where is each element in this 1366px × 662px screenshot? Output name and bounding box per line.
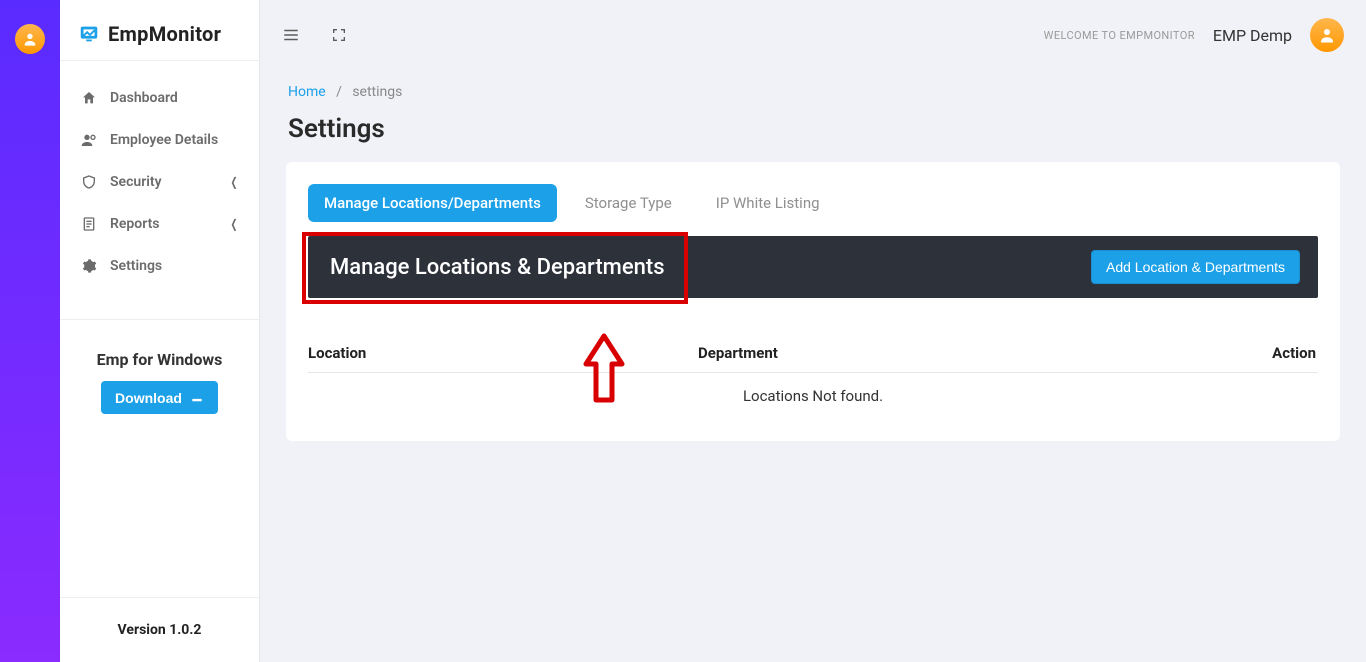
topbar: WELCOME TO EMPMONITOR EMP Demp	[260, 0, 1366, 70]
version-section: Version 1.0.2	[60, 597, 259, 662]
locations-table: Location Department Action Locations Not…	[308, 334, 1318, 419]
sidebar-item-label: Settings	[110, 258, 162, 274]
breadcrumb-current: settings	[352, 84, 402, 100]
settings-card: Manage Locations/Departments Storage Typ…	[286, 162, 1340, 441]
tab-ip-whitelisting[interactable]: IP White Listing	[700, 184, 836, 222]
welcome-text: WELCOME TO EMPMONITOR	[1044, 29, 1195, 42]
download-icon	[190, 389, 204, 406]
gear-icon	[80, 257, 98, 275]
promo-title: Emp for Windows	[74, 350, 245, 369]
sidebar-item-employee-details[interactable]: Employee Details	[60, 119, 259, 161]
download-button[interactable]: Download	[101, 381, 218, 414]
content: Home / settings Settings Manage Location…	[260, 70, 1366, 467]
menu-toggle-icon[interactable]	[282, 26, 300, 44]
panel-header: Manage Locations & Departments Add Locat…	[308, 236, 1318, 298]
fullscreen-icon[interactable]	[330, 26, 348, 44]
col-action: Action	[1188, 344, 1318, 362]
username-text: EMP Demp	[1213, 26, 1292, 45]
col-department: Department	[698, 344, 1188, 362]
empty-state: Locations Not found.	[308, 373, 1318, 419]
brand-name: EmpMonitor	[108, 22, 221, 46]
sidebar: EmpMonitor Dashboard Employee Details	[60, 0, 260, 662]
logo-icon	[78, 23, 100, 45]
home-icon	[80, 89, 98, 107]
sidebar-item-settings[interactable]: Settings	[60, 245, 259, 287]
sidebar-item-dashboard[interactable]: Dashboard	[60, 77, 259, 119]
panel-title: Manage Locations & Departments	[330, 255, 665, 280]
breadcrumb-home[interactable]: Home	[288, 84, 326, 100]
tab-manage-locations[interactable]: Manage Locations/Departments	[308, 184, 557, 222]
shield-icon	[80, 173, 98, 191]
sidebar-item-reports[interactable]: Reports ❮	[60, 203, 259, 245]
app-strip	[0, 0, 60, 662]
breadcrumb: Home / settings	[286, 70, 1340, 110]
download-button-label: Download	[115, 390, 182, 406]
breadcrumb-separator: /	[329, 84, 349, 100]
sidebar-item-label: Employee Details	[110, 132, 218, 148]
main-area: WELCOME TO EMPMONITOR EMP Demp Home / se…	[260, 0, 1366, 662]
table-header: Location Department Action	[308, 334, 1318, 373]
col-location: Location	[308, 344, 698, 362]
sidebar-item-security[interactable]: Security ❮	[60, 161, 259, 203]
user-avatar[interactable]	[1310, 18, 1344, 52]
page-title: Settings	[288, 114, 1338, 144]
sidebar-nav: Dashboard Employee Details Security	[60, 61, 259, 303]
sidebar-item-label: Security	[110, 174, 162, 190]
chevron-left-icon: ❮	[230, 217, 237, 231]
document-icon	[80, 215, 98, 233]
brand-logo[interactable]: EmpMonitor	[60, 0, 259, 61]
add-location-button[interactable]: Add Location & Departments	[1091, 250, 1300, 284]
tab-storage-type[interactable]: Storage Type	[569, 184, 688, 222]
chevron-left-icon: ❮	[230, 175, 237, 189]
user-icon	[80, 131, 98, 149]
sidebar-item-label: Reports	[110, 216, 160, 232]
sidebar-item-label: Dashboard	[110, 90, 178, 106]
sidebar-promo: Emp for Windows Download	[60, 319, 259, 444]
tabs: Manage Locations/Departments Storage Typ…	[308, 184, 1318, 222]
strip-avatar[interactable]	[15, 24, 45, 54]
version-text: Version 1.0.2	[60, 598, 259, 662]
